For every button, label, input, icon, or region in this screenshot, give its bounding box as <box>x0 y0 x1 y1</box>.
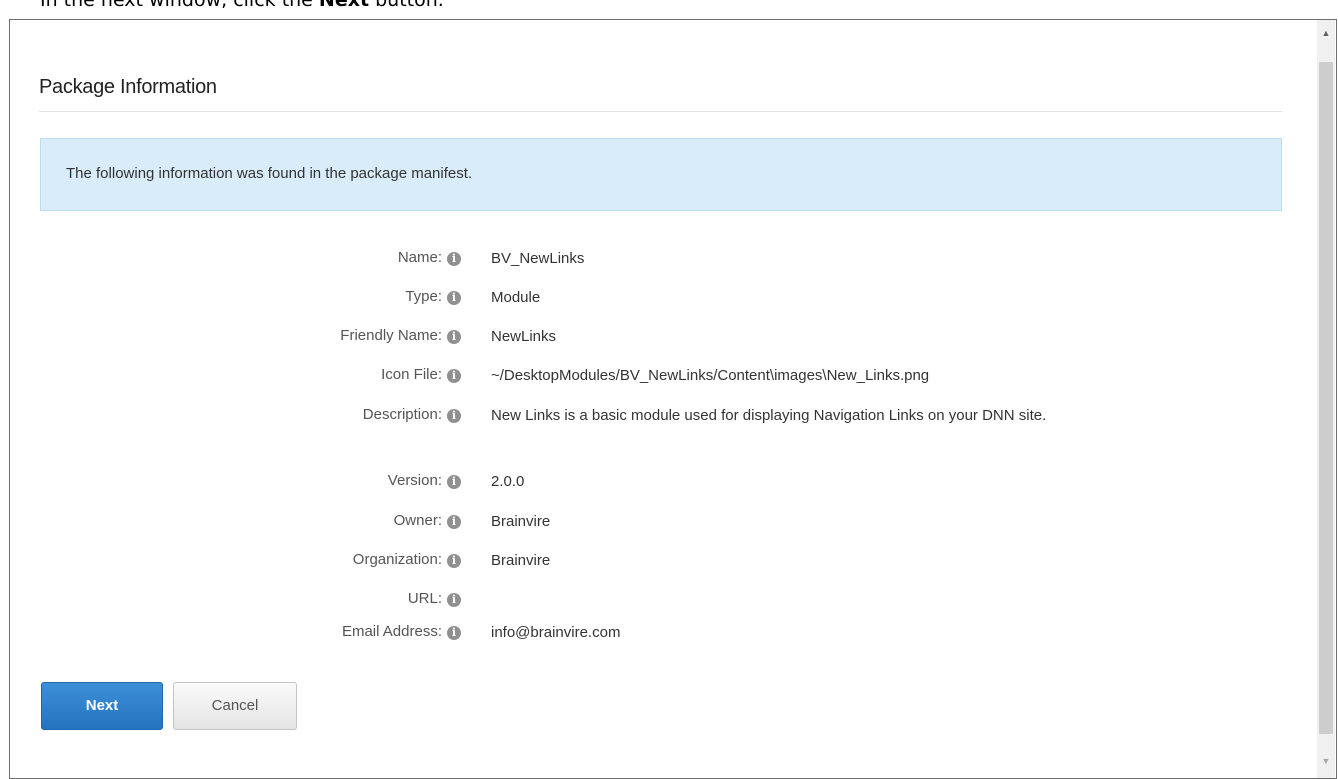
field-value: info@brainvire.com <box>491 624 621 641</box>
info-icon[interactable]: i <box>447 252 461 266</box>
info-message-box: The following information was found in t… <box>40 138 1282 211</box>
field-label: Name: <box>397 249 442 266</box>
info-message: The following information was found in t… <box>66 165 473 182</box>
info-icon[interactable]: i <box>447 369 461 383</box>
field-label: Organization: <box>352 551 442 568</box>
field-label: Type: <box>405 288 442 305</box>
field-label: Email Address: <box>341 623 442 640</box>
field-label: Icon File: <box>381 366 442 383</box>
field-value: New Links is a basic module used for dis… <box>491 407 1047 424</box>
info-icon[interactable]: i <box>447 626 461 640</box>
info-icon[interactable]: i <box>447 554 461 568</box>
instruction-caption: In the next window, click the Next butto… <box>40 0 444 10</box>
field-value: ~/DesktopModules/BV_NewLinks/Content\ima… <box>491 367 930 384</box>
field-value: Module <box>491 289 541 306</box>
scroll-down-icon[interactable]: ▼ <box>1317 752 1335 770</box>
info-icon[interactable]: i <box>447 291 461 305</box>
package-info-panel: ▲ ▼ Package Information The following in… <box>9 19 1337 779</box>
field-value: 2.0.0 <box>491 473 525 490</box>
caption-bold: Next <box>318 0 370 11</box>
field-label: Friendly Name: <box>340 327 442 344</box>
title-divider <box>39 111 1282 112</box>
field-value: Brainvire <box>491 552 551 569</box>
info-icon[interactable]: i <box>447 409 461 423</box>
caption-prefix: In the next window, click the <box>40 0 319 11</box>
caption-suffix: button. <box>369 0 444 11</box>
field-label: Version: <box>387 472 442 489</box>
scroll-thumb[interactable] <box>1319 62 1333 734</box>
field-value: BV_NewLinks <box>491 250 585 267</box>
next-button[interactable]: Next <box>41 682 163 730</box>
field-label: Owner: <box>393 512 442 529</box>
info-icon[interactable]: i <box>447 593 461 607</box>
field-value: Brainvire <box>491 513 551 530</box>
vertical-scrollbar[interactable]: ▲ ▼ <box>1317 20 1335 778</box>
field-value: NewLinks <box>491 328 557 345</box>
scroll-up-icon[interactable]: ▲ <box>1317 24 1335 42</box>
info-icon[interactable]: i <box>447 330 461 344</box>
info-icon[interactable]: i <box>447 475 461 489</box>
cancel-button[interactable]: Cancel <box>173 682 297 730</box>
field-label: URL: <box>407 590 442 607</box>
info-icon[interactable]: i <box>447 515 461 529</box>
page-title: Package Information <box>39 76 217 98</box>
field-label: Description: <box>362 406 442 423</box>
